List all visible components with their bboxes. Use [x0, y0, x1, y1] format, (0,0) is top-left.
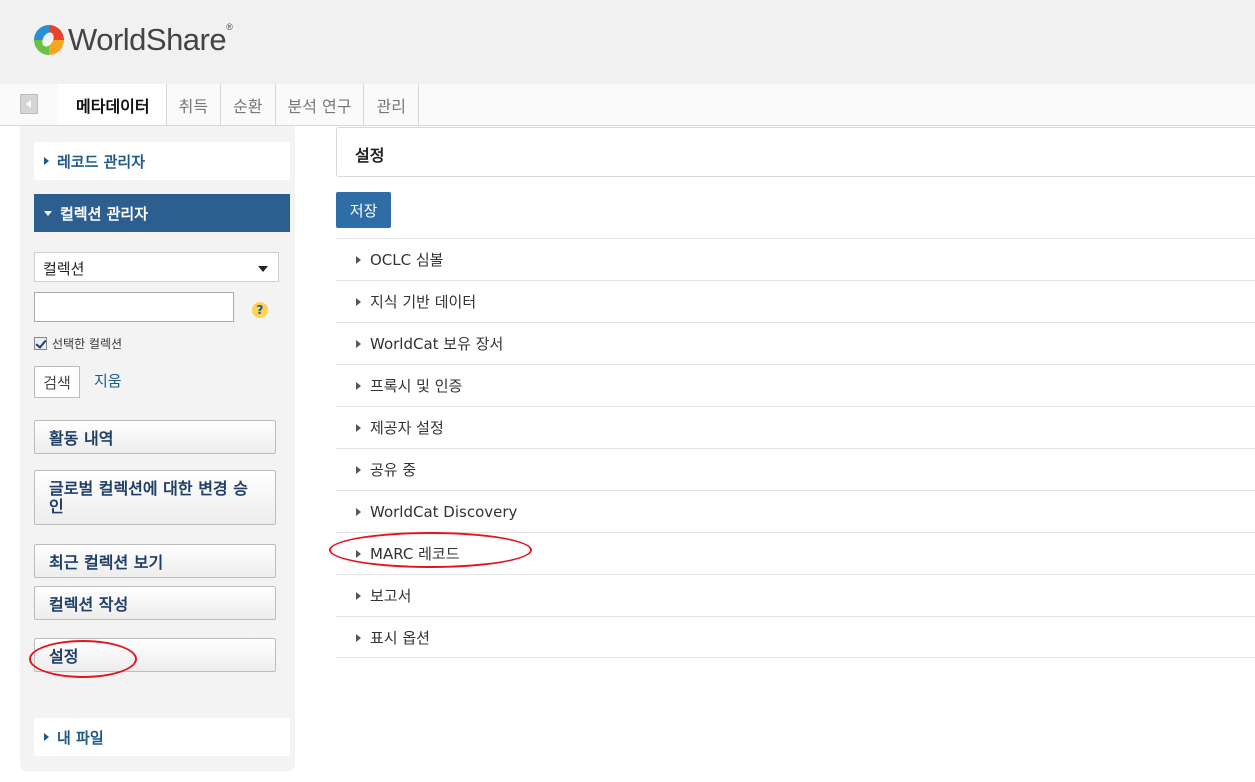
collection-manager-panel[interactable]: 컬렉션 관리자	[34, 194, 290, 232]
section-worldcat-holdings[interactable]: WorldCat 보유 장서	[336, 322, 1255, 364]
create-collection-button[interactable]: 컬렉션 작성	[34, 586, 276, 620]
caret-right-icon	[44, 157, 49, 165]
section-label: WorldCat Discovery	[370, 502, 518, 521]
my-files-toggle[interactable]: 내 파일	[34, 718, 290, 756]
page-title: 설정	[336, 127, 1255, 177]
section-label: 제공자 설정	[370, 419, 444, 437]
section-label: WorldCat 보유 장서	[370, 335, 504, 353]
caret-right-icon	[356, 381, 361, 390]
my-files-panel[interactable]: 내 파일	[34, 718, 290, 756]
caret-right-icon	[356, 465, 361, 474]
collection-search-input[interactable]	[34, 292, 234, 322]
my-files-label: 내 파일	[57, 728, 104, 747]
section-label: 프록시 및 인증	[370, 377, 463, 395]
tab-circulation[interactable]: 순환	[221, 84, 276, 125]
clear-link[interactable]: 지움	[94, 370, 122, 391]
section-list-end-divider	[336, 657, 1255, 658]
section-worldcat-discovery[interactable]: WorldCat Discovery	[336, 490, 1255, 532]
tab-analytics[interactable]: 분석 연구	[275, 84, 365, 125]
chevron-down-icon	[258, 266, 268, 272]
save-button[interactable]: 저장	[336, 192, 391, 228]
module-tabs: 메타데이터 취득 순환 분석 연구 관리	[58, 84, 419, 125]
collapse-sidebar-icon[interactable]	[20, 94, 38, 114]
search-scope-select[interactable]: 컬렉션	[34, 252, 279, 282]
app-header: WorldShare®	[0, 0, 1255, 84]
caret-down-icon	[44, 210, 52, 216]
section-proxy-auth[interactable]: 프록시 및 인증	[336, 364, 1255, 406]
section-provider-settings[interactable]: 제공자 설정	[336, 406, 1255, 448]
approve-global-changes-button[interactable]: 글로벌 컬렉션에 대한 변경 승인	[34, 470, 276, 525]
tab-acquisitions[interactable]: 취득	[166, 84, 222, 125]
section-oclc-symbol[interactable]: OCLC 심볼	[336, 238, 1255, 280]
logo-text: WorldShare®	[68, 22, 233, 57]
caret-right-icon	[356, 591, 361, 600]
caret-right-icon	[356, 339, 361, 348]
tab-metadata[interactable]: 메타데이터	[58, 84, 167, 125]
section-label: OCLC 심볼	[370, 251, 444, 269]
section-label: 표시 옵션	[370, 629, 430, 647]
section-sharing[interactable]: 공유 중	[336, 448, 1255, 490]
view-recent-collections-button[interactable]: 최근 컬렉션 보기	[34, 544, 276, 578]
worldshare-logo[interactable]: WorldShare®	[34, 20, 233, 60]
selected-collection-checkbox[interactable]	[34, 337, 47, 350]
section-label: 공유 중	[370, 461, 417, 479]
selected-collection-label: 선택한 컬렉션	[52, 337, 123, 351]
caret-right-icon	[356, 423, 361, 432]
section-label: 지식 기반 데이터	[370, 293, 477, 311]
module-nav: 메타데이터 취득 순환 분석 연구 관리	[0, 84, 1255, 126]
record-manager-toggle[interactable]: 레코드 관리자	[34, 142, 290, 180]
search-button[interactable]: 검색	[34, 366, 80, 398]
selected-collection-option: 선택한 컬렉션	[34, 335, 122, 352]
section-knowledge-base-data[interactable]: 지식 기반 데이터	[336, 280, 1255, 322]
record-manager-panel[interactable]: 레코드 관리자	[34, 142, 290, 180]
worldshare-logo-icon	[34, 25, 64, 55]
caret-right-icon	[44, 733, 49, 741]
caret-right-icon	[356, 507, 361, 516]
caret-right-icon	[356, 255, 361, 264]
collection-manager-label: 컬렉션 관리자	[60, 204, 149, 223]
search-scope-value: 컬렉션	[43, 260, 85, 278]
caret-right-icon	[356, 633, 361, 642]
marc-records-highlight-oval	[329, 532, 532, 568]
activity-history-button[interactable]: 활동 내역	[34, 420, 276, 454]
help-icon[interactable]: ?	[252, 302, 268, 318]
caret-right-icon	[356, 297, 361, 306]
section-label: 보고서	[370, 587, 412, 605]
section-reports[interactable]: 보고서	[336, 574, 1255, 616]
tab-admin[interactable]: 관리	[364, 84, 419, 125]
settings-highlight-oval	[29, 640, 137, 678]
section-display-options[interactable]: 표시 옵션	[336, 616, 1255, 658]
collection-manager-toggle[interactable]: 컬렉션 관리자	[34, 194, 290, 232]
record-manager-label: 레코드 관리자	[57, 152, 146, 171]
